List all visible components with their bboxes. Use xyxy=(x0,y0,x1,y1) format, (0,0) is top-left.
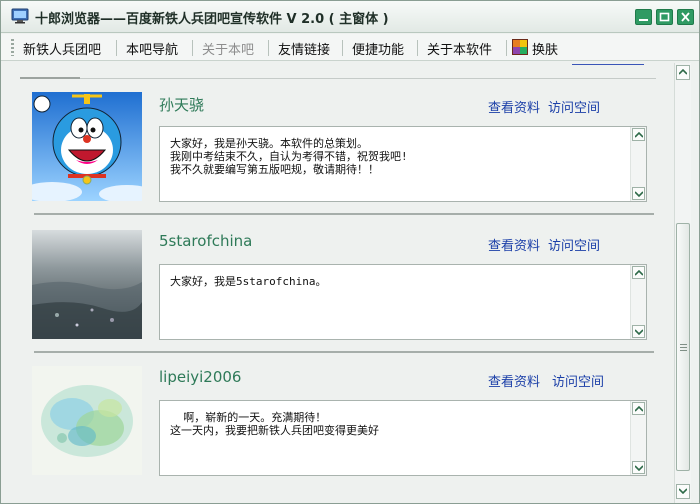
message-scrollbar[interactable] xyxy=(630,265,646,339)
scroll-down-button[interactable] xyxy=(632,325,645,338)
scroll-down-button[interactable] xyxy=(632,187,645,200)
menu-separator xyxy=(116,40,117,56)
chevron-down-icon xyxy=(635,329,643,335)
menu-item-tieba[interactable]: 新铁人兵团吧 xyxy=(23,39,101,58)
message-scrollbar[interactable] xyxy=(630,401,646,475)
watercolor-avatar-icon xyxy=(32,366,142,475)
scroll-down-button[interactable] xyxy=(676,484,690,499)
message-box[interactable]: 啊，崭新的一天。充满期待！ 这一天内，我要把新铁人兵团吧变得更美好 xyxy=(159,400,647,476)
member-name[interactable]: 孙天骁 xyxy=(159,94,204,115)
divider xyxy=(34,351,654,353)
minimize-button[interactable] xyxy=(635,9,652,25)
minimize-icon xyxy=(639,19,648,21)
grip-icon xyxy=(680,344,687,352)
page-scrollbar[interactable] xyxy=(674,63,691,503)
visit-space-link[interactable]: 访问空间 xyxy=(548,235,600,254)
view-profile-link[interactable]: 查看资料 xyxy=(488,371,540,390)
scroll-down-button[interactable] xyxy=(632,461,645,474)
chevron-up-icon xyxy=(635,406,643,412)
menu-separator xyxy=(506,40,507,56)
view-profile-link[interactable]: 查看资料 xyxy=(488,97,540,116)
menu-separator xyxy=(268,40,269,56)
chevron-up-icon xyxy=(635,132,643,138)
member-card: 5starofchina 查看资料 访问空间 大家好，我是5starofchin… xyxy=(32,230,652,342)
visit-space-link[interactable]: 访问空间 xyxy=(548,97,600,116)
menu-item-about-software[interactable]: 关于本软件 xyxy=(427,39,492,58)
message-box[interactable]: 大家好，我是孙天骁。本软件的总策划。 我刚中考结束不久，自认为考得不错，祝贺我吧… xyxy=(159,126,647,202)
divider xyxy=(34,213,654,215)
member-list: 孙天骁 查看资料 访问空间 大家好，我是孙天骁。本软件的总策划。 我刚中考结束不… xyxy=(6,63,674,503)
scroll-up-button[interactable] xyxy=(632,402,645,415)
doraemon-avatar-icon xyxy=(32,92,142,201)
menu-separator xyxy=(192,40,193,56)
title-bar[interactable]: 十郎浏览器——百度新铁人兵团吧宣传软件 V 2.0 ( 主窗体 ) xyxy=(1,1,699,33)
menu-item-skin[interactable]: 换肤 xyxy=(532,39,558,58)
menu-item-about-tieba[interactable]: 关于本吧 xyxy=(202,39,254,58)
divider xyxy=(20,78,656,79)
close-icon xyxy=(681,12,690,22)
menu-item-quick-functions[interactable]: 便捷功能 xyxy=(352,39,404,58)
skin-icon[interactable] xyxy=(512,39,528,55)
menu-separator xyxy=(342,40,343,56)
city-aerial-avatar-icon xyxy=(32,230,142,339)
window-title: 十郎浏览器——百度新铁人兵团吧宣传软件 V 2.0 ( 主窗体 ) xyxy=(35,12,389,27)
menu-bar: 新铁人兵团吧 本吧导航 关于本吧 友情链接 便捷功能 关于本软件 换肤 xyxy=(1,34,699,61)
toolbar-grip[interactable] xyxy=(11,39,14,56)
member-card: lipeiyi2006 查看资料 访问空间 啊，崭新的一天。充满期待！ 这一天内… xyxy=(32,366,652,478)
message-text: 大家好，我是孙天骁。本软件的总策划。 我刚中考结束不久，自认为考得不错，祝贺我吧… xyxy=(170,137,408,176)
monitor-icon xyxy=(11,8,29,24)
maximize-icon xyxy=(659,12,670,22)
member-card: 孙天骁 查看资料 访问空间 大家好，我是孙天骁。本软件的总策划。 我刚中考结束不… xyxy=(32,92,652,204)
avatar[interactable] xyxy=(32,230,142,339)
chevron-up-icon xyxy=(635,270,643,276)
view-profile-link[interactable]: 查看资料 xyxy=(488,235,540,254)
member-name[interactable]: lipeiyi2006 xyxy=(159,368,241,386)
main-window: 十郎浏览器——百度新铁人兵团吧宣传软件 V 2.0 ( 主窗体 ) 新铁人兵团吧… xyxy=(0,0,700,504)
avatar[interactable] xyxy=(32,366,142,475)
menu-item-navigation[interactable]: 本吧导航 xyxy=(126,39,178,58)
scroll-up-button[interactable] xyxy=(632,128,645,141)
divider xyxy=(20,77,80,79)
menu-item-friend-links[interactable]: 友情链接 xyxy=(278,39,330,58)
chevron-down-icon xyxy=(679,488,687,494)
scrolled-link-stub[interactable] xyxy=(572,63,644,65)
chevron-down-icon xyxy=(635,465,643,471)
message-text: 大家好，我是5starofchina。 xyxy=(170,275,327,288)
visit-space-link[interactable]: 访问空间 xyxy=(552,371,604,390)
chevron-up-icon xyxy=(679,69,687,75)
maximize-button[interactable] xyxy=(656,9,673,25)
scroll-up-button[interactable] xyxy=(676,65,690,80)
member-name[interactable]: 5starofchina xyxy=(159,232,252,250)
scroll-thumb[interactable] xyxy=(676,223,690,471)
message-scrollbar[interactable] xyxy=(630,127,646,201)
message-text: 啊，崭新的一天。充满期待！ 这一天内，我要把新铁人兵团吧变得更美好 xyxy=(170,411,379,437)
avatar[interactable] xyxy=(32,92,142,201)
scroll-up-button[interactable] xyxy=(632,266,645,279)
close-button[interactable] xyxy=(677,9,694,25)
menu-separator xyxy=(417,40,418,56)
chevron-down-icon xyxy=(635,191,643,197)
message-box[interactable]: 大家好，我是5starofchina。 xyxy=(159,264,647,340)
